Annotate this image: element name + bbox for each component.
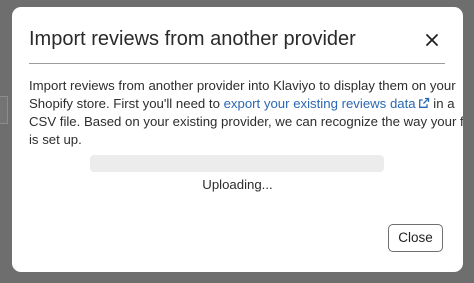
header-divider: [29, 63, 445, 64]
description-line-2-end: in a: [429, 96, 455, 111]
description-line-3: CSV file. Based on your existing provide…: [29, 114, 463, 129]
close-button[interactable]: Close: [388, 224, 443, 252]
export-link-label: export your existing reviews data: [223, 96, 416, 111]
modal-header: Import reviews from another provider: [12, 7, 463, 63]
external-link-icon: [418, 97, 430, 109]
background-text-fragment: [462, 259, 474, 269]
description-line-1: Import reviews from another provider int…: [29, 78, 456, 93]
export-reviews-data-link[interactable]: export your existing reviews data: [224, 96, 430, 111]
upload-progress-bar: [90, 155, 384, 172]
import-description: Import reviews from another provider int…: [29, 77, 463, 149]
close-icon: [419, 27, 445, 53]
close-icon-button[interactable]: [419, 27, 445, 53]
import-reviews-modal: Import reviews from another provider Imp…: [12, 7, 463, 272]
description-line-4: is set up.: [29, 132, 82, 147]
upload-status-text: Uploading...: [202, 177, 273, 192]
modal-title: Import reviews from another provider: [29, 28, 356, 50]
description-line-2-start: Shopify store. First you'll need to: [29, 96, 224, 111]
modal-body: Import reviews from another provider int…: [29, 77, 463, 149]
background-field-edge: [0, 96, 8, 124]
